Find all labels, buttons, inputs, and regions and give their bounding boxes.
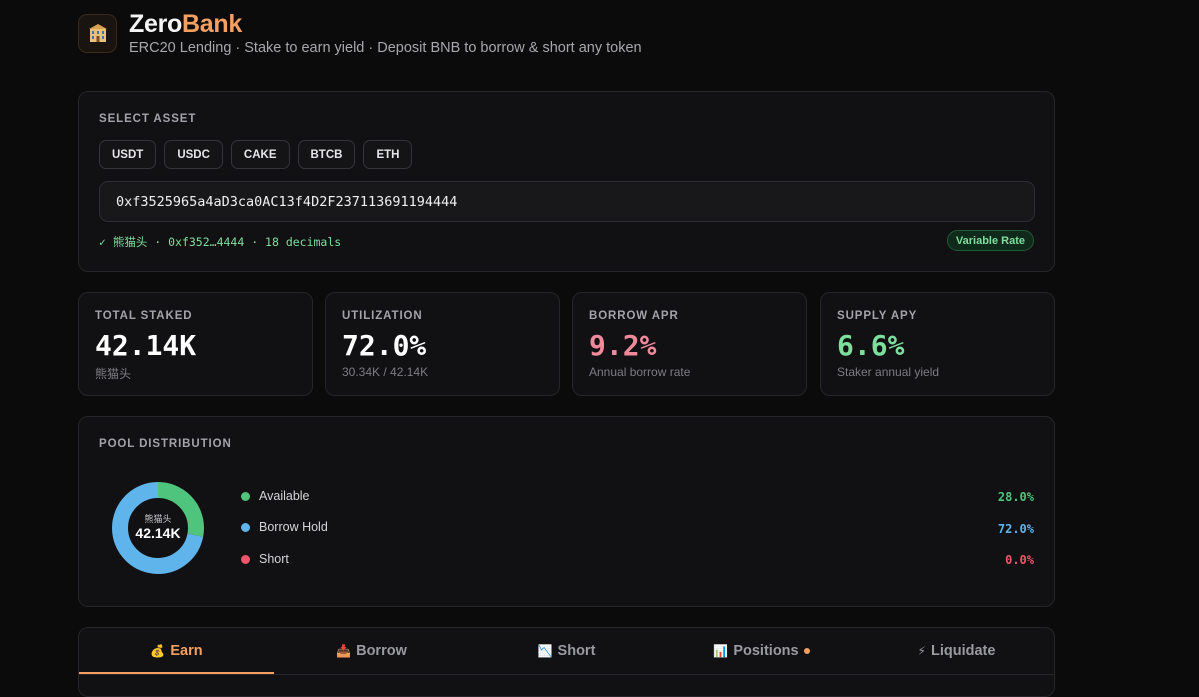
tab-borrow[interactable]: 📥 Borrow <box>274 628 469 674</box>
legend-percent-borrow-hold: 72.0% <box>997 522 1034 536</box>
bar-chart-icon: 📊 <box>713 644 729 658</box>
app-header: ZeroBank ERC20 Lending · Stake to earn y… <box>78 10 642 56</box>
stat-card-supply-apy: SUPPLY APY 6.6% Staker annual yield <box>820 292 1055 396</box>
legend-dot <box>241 522 250 532</box>
tab-positions[interactable]: 📊 Positions <box>664 628 859 674</box>
action-tabs: 💰 Earn 📥 Borrow 📉 Short 📊 Positions ⚡ Li… <box>78 627 1055 697</box>
legend-label: Available <box>259 489 310 503</box>
stat-label: UTILIZATION <box>342 310 423 322</box>
asset-button-eth[interactable]: ETH <box>363 140 413 169</box>
donut-center-label: 熊猫头 42.14K <box>112 482 204 574</box>
stat-subtext: 熊猫头 <box>95 367 132 381</box>
tab-label: Positions <box>733 643 799 659</box>
money-bag-icon: 💰 <box>150 644 166 658</box>
stat-label: SUPPLY APY <box>837 310 918 322</box>
stat-label: BORROW APR <box>589 310 679 322</box>
donut-center-unit: 熊猫头 <box>144 514 172 524</box>
pool-distribution-label: POOL DISTRIBUTION <box>99 438 232 450</box>
chart-down-icon: 📉 <box>537 644 553 658</box>
asset-selector-card: SELECT ASSET USDT USDC CAKE BTCB ETH 0xf… <box>78 91 1055 272</box>
legend-dot <box>241 554 250 564</box>
legend-row-short: Short <box>241 551 289 567</box>
active-tab-underline <box>79 672 274 674</box>
lightning-icon: ⚡ <box>917 644 926 658</box>
legend-row-available: Available <box>241 488 310 504</box>
legend-percent-short: 0.0% <box>1005 553 1034 567</box>
tab-short[interactable]: 📉 Short <box>469 628 664 674</box>
donut-center-value: 42.14K <box>135 525 181 541</box>
tab-label: Liquidate <box>930 643 996 659</box>
asset-button-btcb[interactable]: BTCB <box>297 140 356 169</box>
token-info: ✓ 熊猫头 · 0xf352…4444 · 18 decimals <box>99 235 342 249</box>
stat-value: 72.0% <box>342 329 427 362</box>
brand-subtitle: ERC20 Lending · Stake to earn yield · De… <box>129 40 642 56</box>
asset-button-cake[interactable]: CAKE <box>230 140 290 169</box>
stat-value: 9.2% <box>589 329 657 362</box>
legend-percent-available: 28.0% <box>997 490 1034 504</box>
tab-earn[interactable]: 💰 Earn <box>79 628 274 674</box>
tab-label: Borrow <box>356 643 407 659</box>
bank-building-icon <box>78 14 117 53</box>
stat-value: 42.14K <box>95 329 197 362</box>
legend-label: Short <box>259 552 289 566</box>
pool-distribution-card: POOL DISTRIBUTION 熊猫头 42.14K Available 2… <box>78 416 1055 607</box>
brand-title: ZeroBank <box>129 10 642 38</box>
asset-button-usdc[interactable]: USDC <box>164 140 223 169</box>
inbox-tray-icon: 📥 <box>336 644 352 658</box>
brand-suffix: Bank <box>181 10 242 38</box>
legend-row-borrow-hold: Borrow Hold <box>241 519 328 535</box>
brand-prefix: Zero <box>129 10 182 38</box>
tabs-divider <box>79 674 1054 675</box>
stat-subtext: Annual borrow rate <box>589 365 691 379</box>
stat-card-total-staked: TOTAL STAKED 42.14K 熊猫头 <box>78 292 313 396</box>
tab-label: Short <box>557 643 596 659</box>
stat-card-utilization: UTILIZATION 72.0% 30.34K / 42.14K <box>325 292 560 396</box>
stat-card-borrow-apr: BORROW APR 9.2% Annual borrow rate <box>572 292 807 396</box>
stat-subtext: 30.34K / 42.14K <box>342 365 429 379</box>
stat-subtext: Staker annual yield <box>837 365 940 379</box>
token-address-input[interactable]: 0xf3525965a4aD3ca0AC13f4D2F2371136911944… <box>99 181 1035 222</box>
stat-value: 6.6% <box>837 329 905 362</box>
tab-liquidate[interactable]: ⚡ Liquidate <box>859 628 1054 674</box>
stat-label: TOTAL STAKED <box>95 310 193 322</box>
positions-notification-dot <box>803 648 810 654</box>
variable-rate-badge: Variable Rate <box>946 230 1034 251</box>
legend-label: Borrow Hold <box>259 520 328 534</box>
select-asset-label: SELECT ASSET <box>99 113 197 125</box>
asset-button-group: USDT USDC CAKE BTCB ETH <box>99 140 413 169</box>
asset-button-usdt[interactable]: USDT <box>99 140 157 169</box>
tab-label: Earn <box>170 643 203 659</box>
legend-dot <box>241 491 250 501</box>
